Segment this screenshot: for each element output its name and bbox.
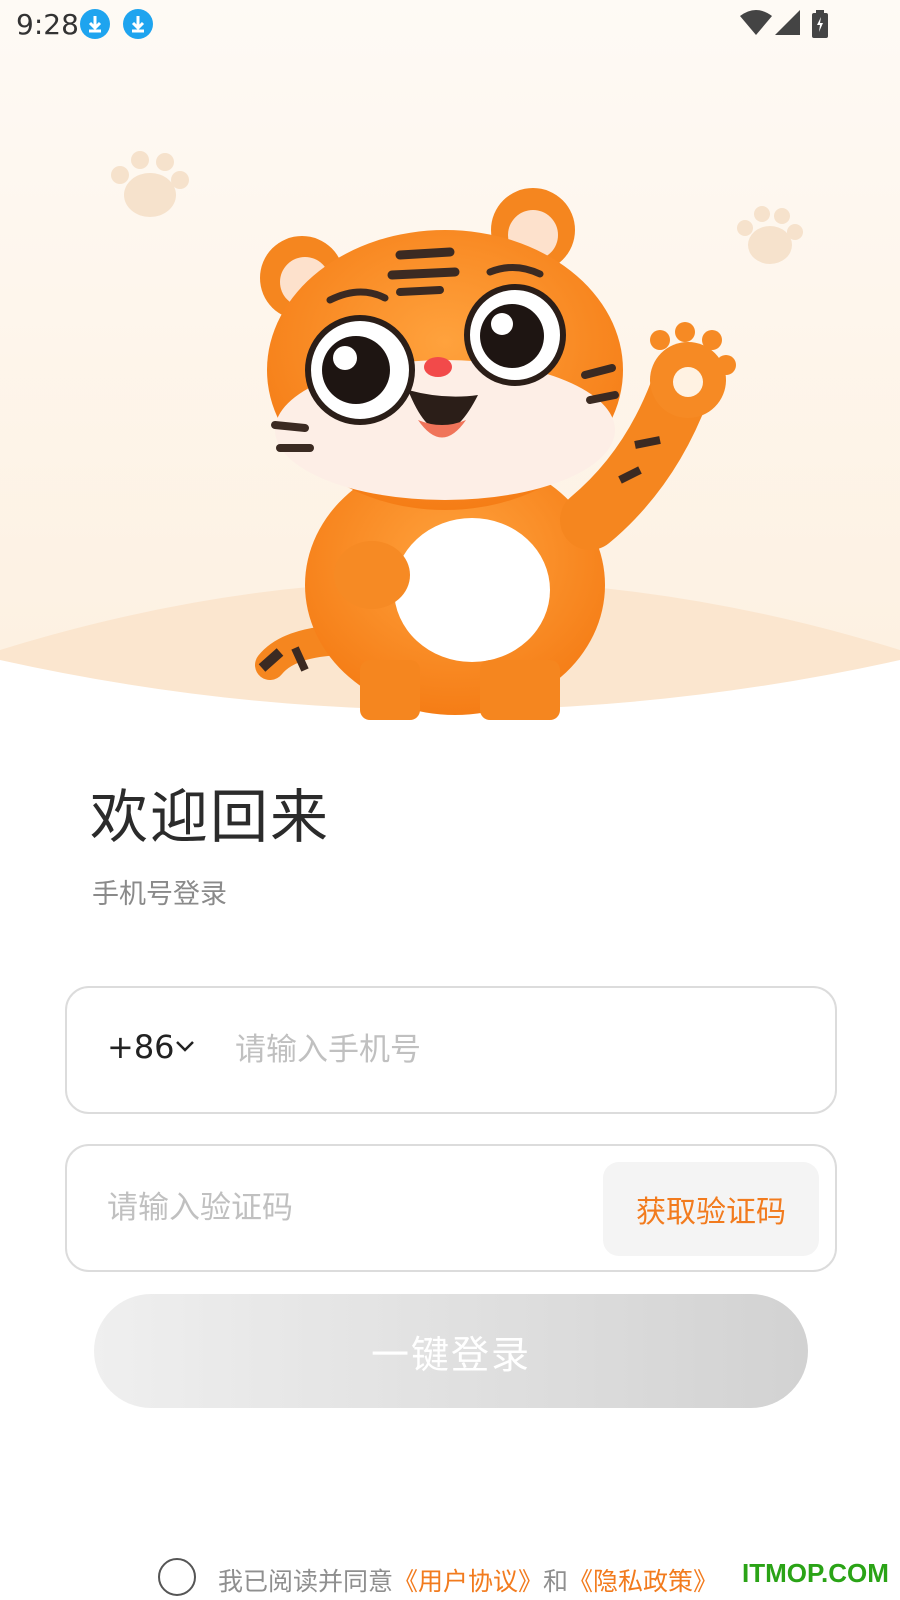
watermark: ITMOP.COM <box>742 1558 889 1588</box>
privacy-policy-link[interactable]: 《隐私政策》 <box>568 1567 718 1596</box>
status-bar: 9:28 <box>0 0 900 48</box>
signal-icon <box>775 10 801 40</box>
hero-illustration <box>0 0 900 720</box>
status-time: 9:28 <box>16 8 79 41</box>
phone-field: +86 <box>65 986 837 1114</box>
wifi-icon <box>740 10 772 40</box>
agreement-checkbox[interactable] <box>158 1558 196 1596</box>
phone-input[interactable] <box>235 1022 795 1078</box>
code-field: 获取验证码 <box>65 1144 837 1272</box>
agreement-text: 我已阅读并同意《用户协议》和《隐私政策》 <box>218 1562 718 1598</box>
page-subtitle: 手机号登录 <box>92 879 227 910</box>
verification-code-input[interactable] <box>107 1180 587 1236</box>
agreement-and: 和 <box>543 1567 569 1596</box>
tiger-mascot-illustration <box>0 0 900 720</box>
download-icon <box>123 9 153 39</box>
agreement-prefix: 我已阅读并同意 <box>218 1567 394 1596</box>
download-icon <box>80 9 110 39</box>
country-code-selector[interactable]: +86 <box>107 1028 175 1066</box>
one-click-login-button[interactable]: 一键登录 <box>94 1294 808 1408</box>
chevron-down-icon[interactable] <box>175 1038 195 1057</box>
page-title: 欢迎回来 <box>90 783 331 851</box>
battery-icon <box>812 10 828 42</box>
get-code-button[interactable]: 获取验证码 <box>603 1162 819 1256</box>
user-agreement-link[interactable]: 《用户协议》 <box>393 1567 543 1596</box>
